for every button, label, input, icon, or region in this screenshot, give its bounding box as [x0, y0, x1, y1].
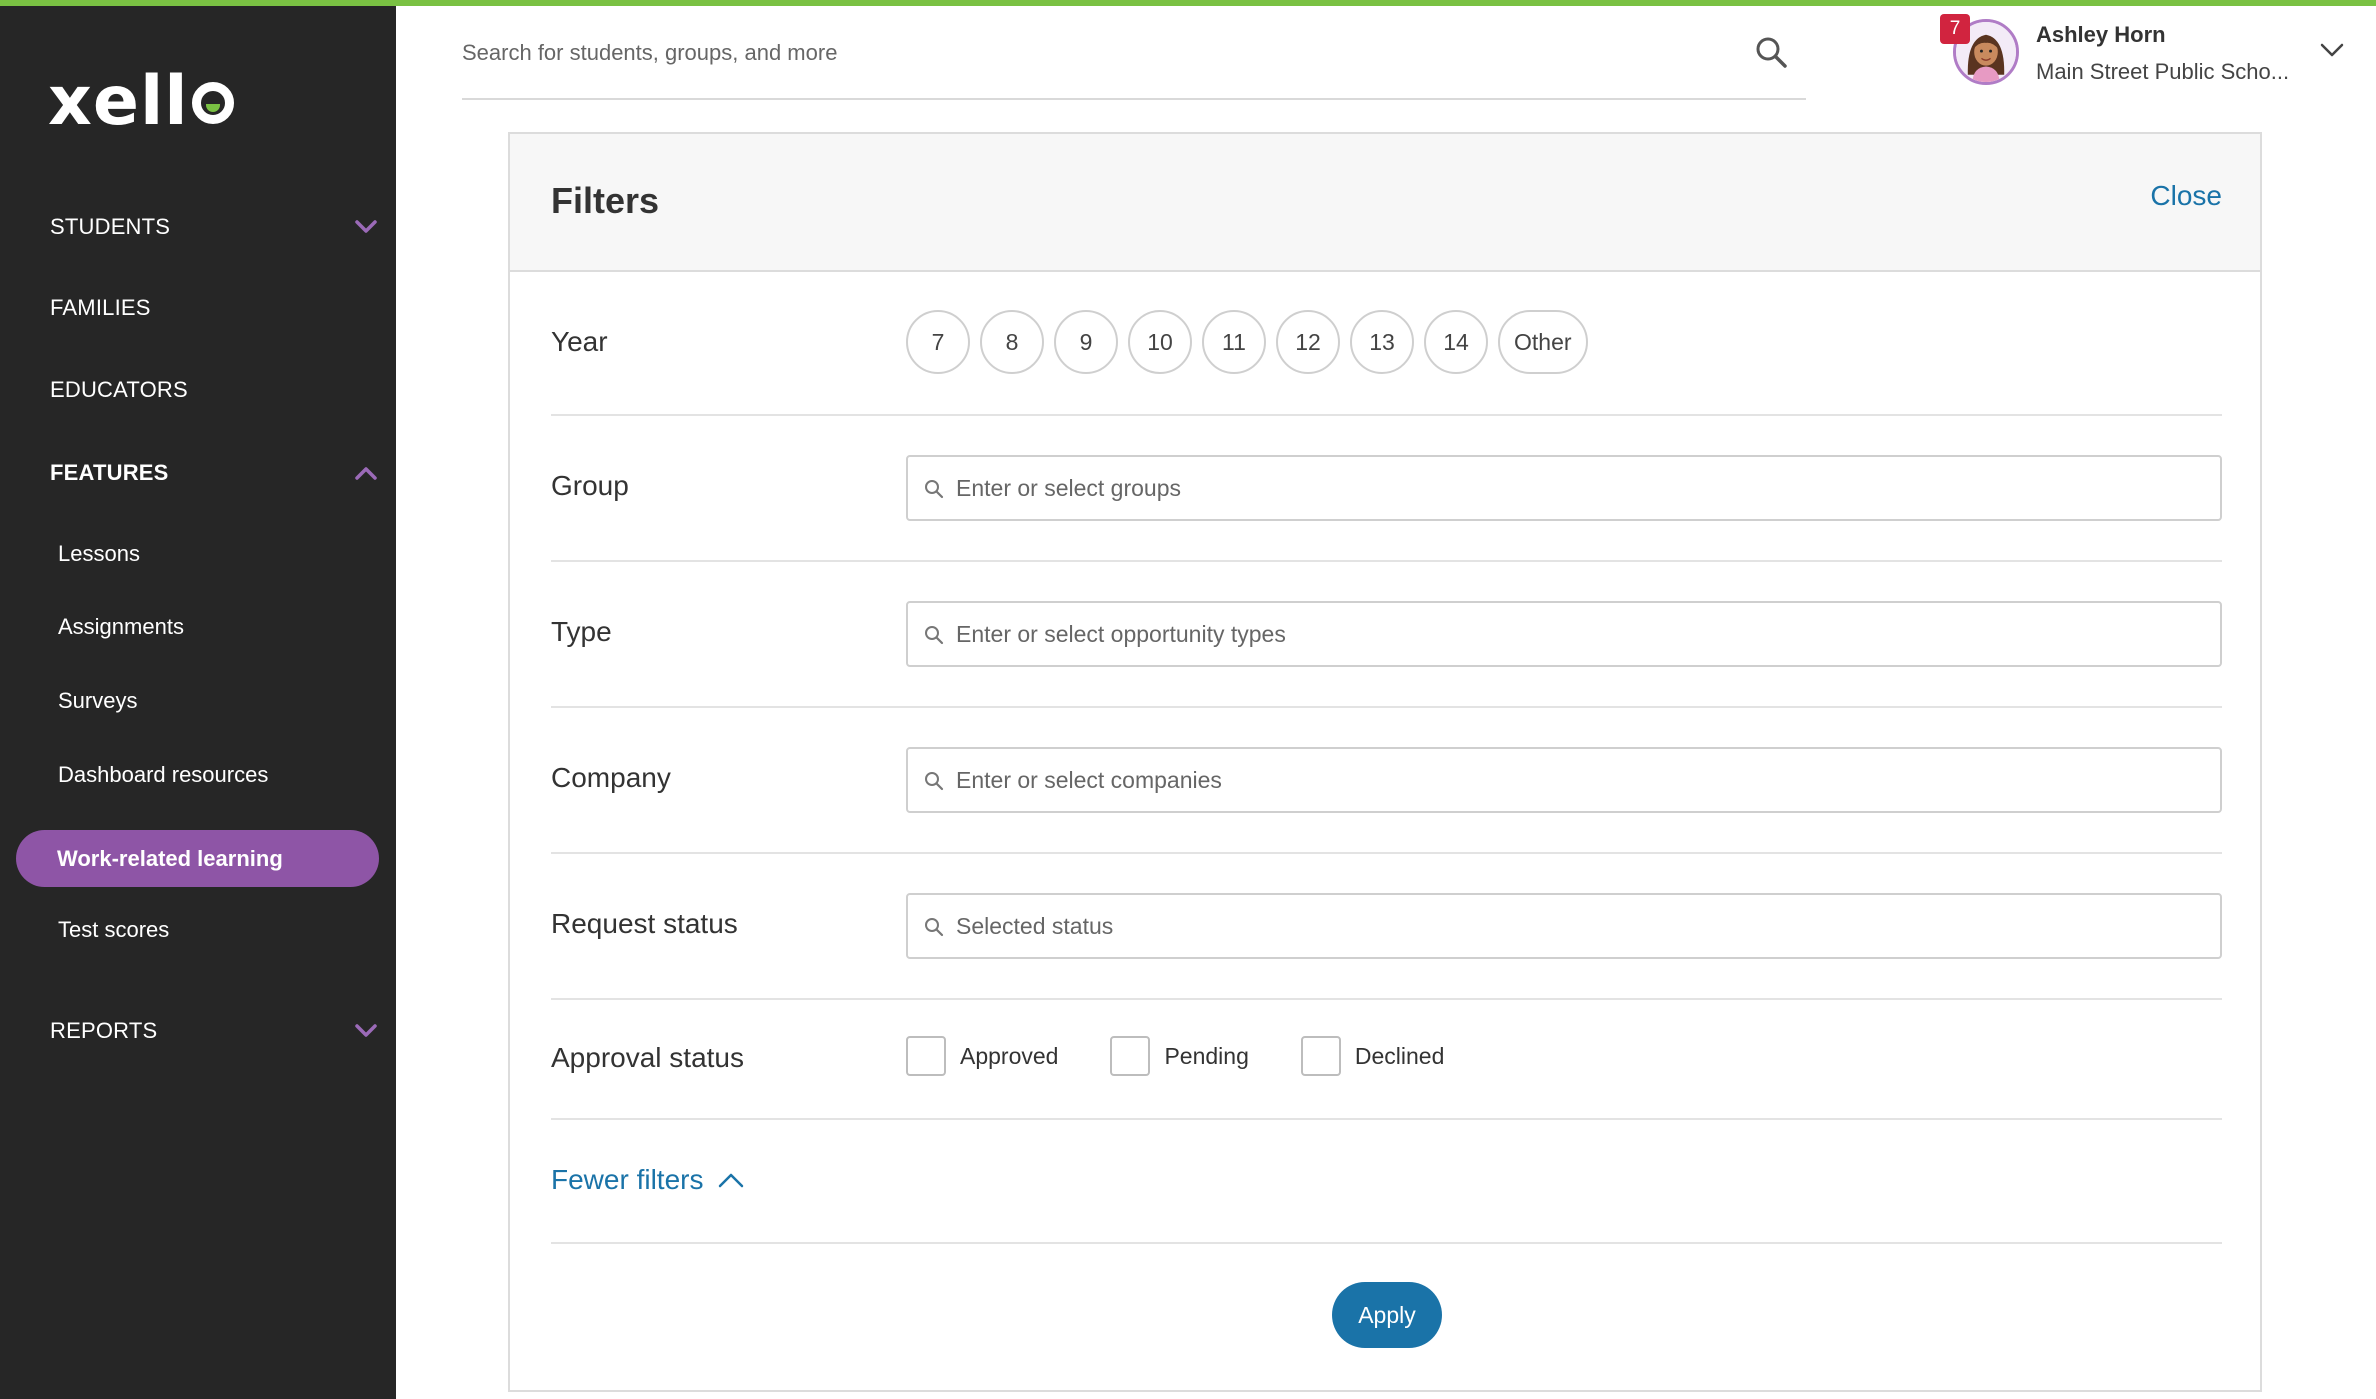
- chevron-down-icon: [352, 1017, 380, 1045]
- apply-button[interactable]: Apply: [1332, 1282, 1442, 1348]
- year-pill-other[interactable]: Other: [1498, 310, 1588, 374]
- sidebar: xell STUDENTS FAMILIES EDUCATORS FEATURE…: [0, 6, 396, 1399]
- checkbox-box[interactable]: [1110, 1036, 1151, 1076]
- year-pill-13[interactable]: 13: [1350, 310, 1414, 374]
- nav-students-label: STUDENTS: [50, 214, 171, 239]
- year-pill-14[interactable]: 14: [1424, 310, 1488, 374]
- group-field: [906, 455, 2222, 521]
- global-search-input[interactable]: [462, 28, 1722, 78]
- nav-families-label: FAMILIES: [50, 295, 151, 320]
- filters-title: Filters: [551, 180, 660, 221]
- request-status-field: [906, 893, 2222, 959]
- nav-features-label: FEATURES: [50, 460, 169, 485]
- group-label: Group: [551, 470, 629, 501]
- nav-features[interactable]: FEATURES: [50, 459, 380, 487]
- divider: [551, 1242, 2222, 1244]
- declined-label: Declined: [1354, 1042, 1445, 1069]
- filter-row-group: Group: [551, 416, 2222, 562]
- search-icon: [925, 626, 944, 645]
- nav-reports-label: REPORTS: [50, 1018, 158, 1043]
- notification-badge[interactable]: 7: [1940, 14, 1970, 44]
- nav-reports[interactable]: REPORTS: [50, 1017, 380, 1045]
- year-pills: 7 8 9 10 11 12 13 14 Other: [906, 310, 1588, 374]
- filter-row-year: Year 7 8 9 10 11 12 13 14 Other: [551, 272, 2222, 416]
- search-icon: [925, 480, 944, 499]
- user-name: Ashley Horn: [2036, 22, 2166, 47]
- type-label: Type: [551, 616, 612, 647]
- fewer-filters-label: Fewer filters: [551, 1164, 704, 1195]
- company-input[interactable]: [956, 757, 2196, 803]
- checkbox-box[interactable]: [906, 1036, 946, 1076]
- nav-item-surveys[interactable]: Surveys: [58, 688, 137, 714]
- year-pill-7[interactable]: 7: [906, 310, 970, 374]
- chevron-down-icon[interactable]: [2318, 40, 2346, 60]
- checkbox-box[interactable]: [1300, 1036, 1341, 1076]
- chevron-up-icon: [719, 1173, 744, 1188]
- filter-row-request-status: Request status: [551, 854, 2222, 1000]
- request-status-input[interactable]: [956, 903, 2196, 949]
- pending-label: Pending: [1164, 1042, 1249, 1069]
- nav-educators[interactable]: EDUCATORS: [50, 377, 380, 403]
- year-label: Year: [551, 326, 608, 357]
- company-label: Company: [551, 762, 671, 793]
- logo-o-mark: [191, 82, 234, 125]
- nav-item-dashboard-resources[interactable]: Dashboard resources: [58, 762, 268, 788]
- declined-checkbox[interactable]: Declined: [1300, 1036, 1445, 1076]
- filter-row-type: Type: [551, 562, 2222, 708]
- nav-students[interactable]: STUDENTS: [50, 213, 380, 241]
- nav-educators-label: EDUCATORS: [50, 377, 188, 402]
- type-field: [906, 601, 2222, 667]
- year-pill-8[interactable]: 8: [980, 310, 1044, 374]
- nav-item-test-scores[interactable]: Test scores: [58, 917, 169, 943]
- approved-label: Approved: [960, 1042, 1059, 1069]
- xello-logo[interactable]: xell: [48, 66, 234, 138]
- filter-row-company: Company: [551, 708, 2222, 854]
- nav-item-assignments[interactable]: Assignments: [58, 614, 184, 640]
- close-link[interactable]: Close: [2150, 180, 2222, 212]
- user-menu[interactable]: 7 Ashley Horn Main Street Public Scho...: [1940, 14, 2360, 94]
- year-pill-11[interactable]: 11: [1202, 310, 1266, 374]
- type-input[interactable]: [956, 611, 2196, 657]
- search-icon: [925, 772, 944, 791]
- filters-panel: Filters Close Year 7 8 9 10 11 12 13 14 …: [508, 132, 2262, 1392]
- company-field: [906, 747, 2222, 813]
- filter-row-approval-status: Approval status Approved Pending Decline…: [551, 1000, 2222, 1120]
- request-status-label: Request status: [551, 908, 738, 939]
- chevron-down-icon: [352, 213, 380, 241]
- approved-checkbox[interactable]: Approved: [906, 1036, 1058, 1076]
- nav-families[interactable]: FAMILIES: [50, 295, 380, 321]
- global-search: [462, 22, 1806, 100]
- approval-checkboxes: Approved Pending Declined: [906, 1036, 1496, 1076]
- search-icon[interactable]: [1754, 35, 1788, 69]
- group-input[interactable]: [956, 465, 2196, 511]
- year-pill-12[interactable]: 12: [1276, 310, 1340, 374]
- filters-header: Filters Close: [510, 134, 2260, 272]
- chevron-up-icon: [352, 459, 380, 487]
- logo-text: xell: [48, 68, 234, 136]
- fewer-filters-toggle[interactable]: Fewer filters: [551, 1164, 745, 1196]
- user-school: Main Street Public Scho...: [2036, 59, 2290, 84]
- approval-status-label: Approval status: [551, 1042, 744, 1073]
- year-pill-9[interactable]: 9: [1054, 310, 1118, 374]
- nav-item-lessons[interactable]: Lessons: [58, 541, 140, 567]
- year-pill-10[interactable]: 10: [1128, 310, 1192, 374]
- pending-checkbox[interactable]: Pending: [1110, 1036, 1249, 1076]
- search-icon: [925, 918, 944, 937]
- nav-item-work-related-learning[interactable]: Work-related learning: [16, 830, 379, 887]
